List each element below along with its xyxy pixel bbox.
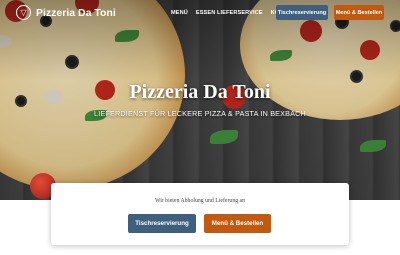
brand-logo[interactable]: ▽ Pizzeria Da Toni <box>16 5 116 20</box>
basil-leaf-decoration <box>210 130 238 144</box>
hero-title: Pizzeria Da Toni <box>129 81 271 103</box>
card-order-button[interactable]: Menü & Bestellen <box>204 214 271 233</box>
pizza-slice-icon: ▽ <box>16 5 31 20</box>
nav-link-menu[interactable]: MENÜ <box>171 10 188 16</box>
top-navigation: ▽ Pizzeria Da Toni MENÜ ESSEN LIEFERSERV… <box>0 0 400 26</box>
basil-leaf-decoration <box>360 140 386 152</box>
nav-link-delivery[interactable]: ESSEN LIEFERSERVICE <box>196 10 263 16</box>
brand-name: Pizzeria Da Toni <box>36 6 116 19</box>
pickup-delivery-text: Wir bieten Abholung und Lieferung an <box>154 198 246 204</box>
nav-reservation-button[interactable]: Tischreservierung <box>276 5 328 20</box>
nav-order-button[interactable]: Menü & Bestellen <box>334 5 384 20</box>
card-reservation-button[interactable]: Tischreservierung <box>128 214 196 233</box>
hero-subtitle: LIEFERDIENST FÜR LECKERE PIZZA & PASTA I… <box>94 109 306 118</box>
pickup-delivery-card: Wir bieten Abholung und Lieferung an Tis… <box>51 183 349 245</box>
